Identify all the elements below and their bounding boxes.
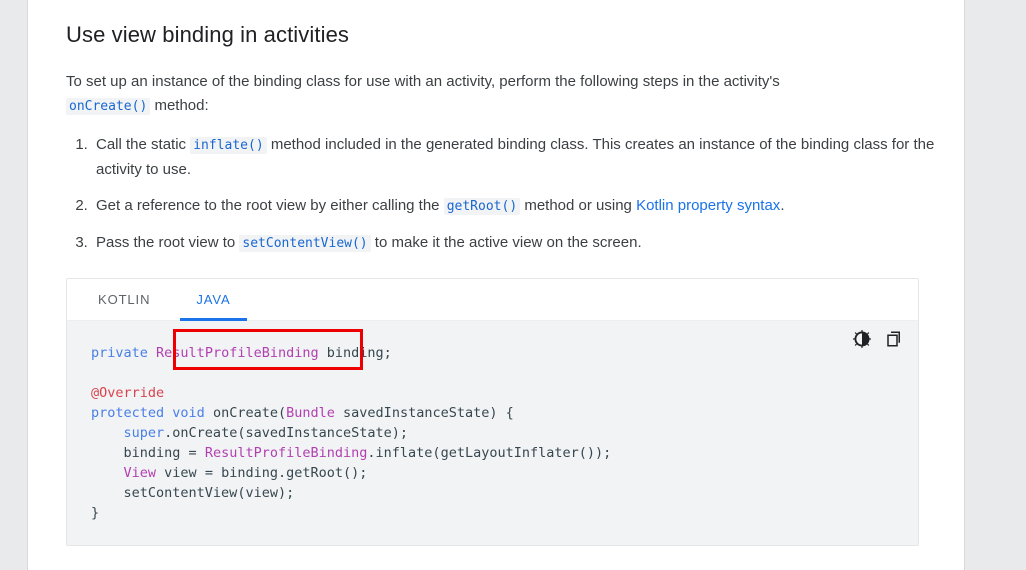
- code-token: (: [278, 405, 286, 421]
- code-token: ) {: [489, 405, 513, 421]
- inline-code-oncreate: onCreate(): [66, 98, 150, 115]
- code-token: private: [91, 345, 148, 361]
- code-token: onCreate: [213, 405, 278, 421]
- code-token: binding: [221, 465, 278, 481]
- intro-text-after: method:: [150, 97, 208, 114]
- code-token: (: [432, 445, 440, 461]
- code-token: [91, 465, 124, 481]
- code-token: );: [278, 485, 294, 501]
- code-sample-text[interactable]: private ResultProfileBinding binding; @O…: [67, 343, 918, 523]
- step-text: Pass the root view to: [96, 234, 239, 251]
- code-token: ();: [343, 465, 367, 481]
- code-token: binding: [124, 445, 181, 461]
- step-text: Call the static: [96, 136, 190, 153]
- intro-paragraph: To set up an instance of the binding cla…: [66, 49, 856, 119]
- code-language-tabs: KOTLIN JAVA: [67, 279, 918, 321]
- left-gutter: [0, 0, 28, 570]
- code-token: inflate: [376, 445, 433, 461]
- page-title: Use view binding in activities: [66, 0, 946, 49]
- right-gutter: [964, 0, 1026, 570]
- code-token: protected: [91, 405, 164, 421]
- code-token: [335, 405, 343, 421]
- step-text: to make it the active view on the screen…: [371, 234, 642, 251]
- code-token: savedInstanceState: [245, 425, 391, 441]
- code-token: ;: [384, 345, 392, 361]
- code-token: =: [197, 465, 221, 481]
- code-token: [319, 345, 327, 361]
- tab-java[interactable]: JAVA: [180, 279, 246, 320]
- trailing-paragraph: You can now use the instance of the bind…: [66, 546, 946, 570]
- code-token: View: [124, 465, 157, 481]
- code-token: getLayoutInflater: [441, 445, 579, 461]
- step-text: method or using: [520, 197, 636, 214]
- article-body: Use view binding in activities To set up…: [66, 0, 946, 570]
- tab-kotlin-label: KOTLIN: [98, 292, 150, 307]
- documentation-content-sheet: Use view binding in activities To set up…: [28, 0, 964, 570]
- list-item: Call the static inflate() method include…: [92, 133, 946, 182]
- code-token: [91, 485, 124, 501]
- code-token: ());: [579, 445, 612, 461]
- setup-steps-list: Call the static inflate() method include…: [66, 119, 946, 256]
- code-token: onCreate: [172, 425, 237, 441]
- code-token: =: [180, 445, 204, 461]
- code-token: getRoot: [286, 465, 343, 481]
- code-token: Bundle: [286, 405, 335, 421]
- code-token: [148, 345, 156, 361]
- code-block-area: private ResultProfileBinding binding; @O…: [67, 321, 918, 545]
- code-token: view: [164, 465, 197, 481]
- intro-text-before: To set up an instance of the binding cla…: [66, 73, 780, 90]
- step-text: .: [780, 197, 784, 214]
- code-token: }: [91, 505, 99, 521]
- code-token: );: [392, 425, 408, 441]
- code-token: [91, 445, 124, 461]
- code-token: [156, 465, 164, 481]
- inline-code: inflate(): [190, 137, 266, 154]
- list-item: Pass the root view to setContentView() t…: [92, 231, 946, 256]
- code-token: Override: [99, 385, 164, 401]
- code-token: setContentView: [124, 485, 238, 501]
- inline-code: getRoot(): [444, 198, 520, 215]
- tab-kotlin[interactable]: KOTLIN: [82, 279, 166, 320]
- code-token: .: [367, 445, 375, 461]
- tab-java-label: JAVA: [196, 292, 230, 307]
- code-token: void: [172, 405, 205, 421]
- code-token: binding: [327, 345, 384, 361]
- code-token: view: [245, 485, 278, 501]
- step-text: Get a reference to the root view by eith…: [96, 197, 444, 214]
- code-token: [91, 425, 124, 441]
- code-token: super: [124, 425, 165, 441]
- inline-code: setContentView(): [239, 235, 370, 252]
- code-token: ResultProfileBinding: [156, 345, 319, 361]
- code-token: [205, 405, 213, 421]
- code-token: @: [91, 385, 99, 401]
- list-item: Get a reference to the root view by eith…: [92, 194, 946, 219]
- doc-link[interactable]: Kotlin property syntax: [636, 197, 780, 214]
- code-sample-card: KOTLIN JAVA: [66, 278, 919, 546]
- code-token: savedInstanceState: [343, 405, 489, 421]
- code-token: ResultProfileBinding: [205, 445, 368, 461]
- code-token: .: [278, 465, 286, 481]
